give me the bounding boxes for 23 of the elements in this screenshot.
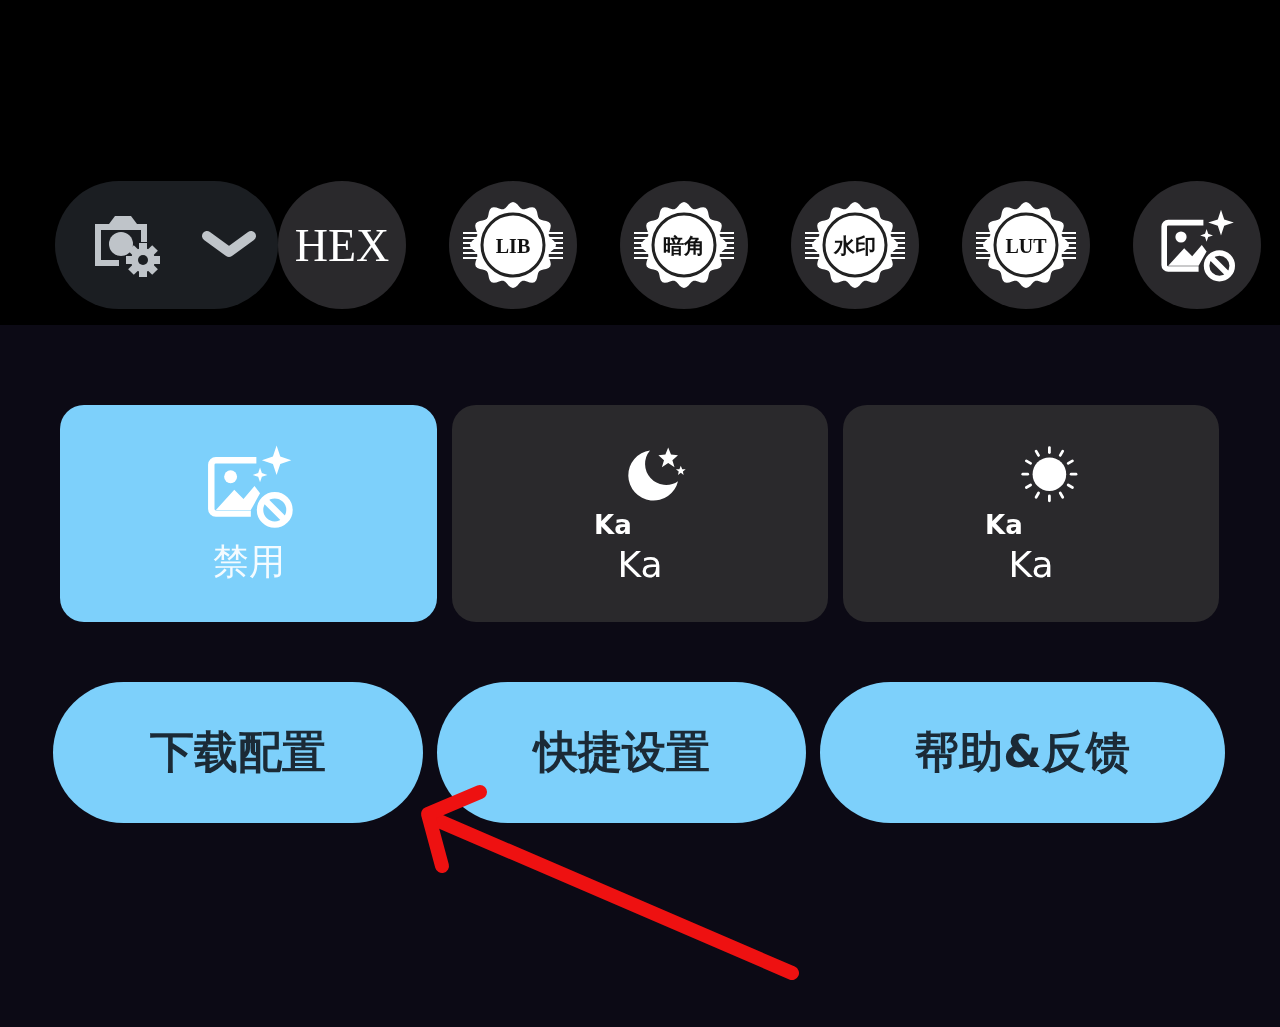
filter-button[interactable]: LIB — [449, 181, 577, 309]
action-button[interactable]: 下载配置 — [53, 682, 423, 823]
seal-label: 暗角 — [663, 234, 705, 258]
seal-icon — [975, 202, 1077, 288]
seal-icon — [462, 202, 564, 288]
seal-label: LIB — [495, 235, 531, 257]
action-button[interactable]: 帮助&反馈 — [820, 682, 1225, 823]
seal-icon — [633, 202, 735, 288]
icon-label: Ka — [985, 510, 1023, 538]
mode-option[interactable]: Ka Ka — [452, 405, 828, 622]
filter-button[interactable]: LUT — [962, 181, 1090, 309]
filter-button[interactable]: 暗角 — [620, 181, 748, 309]
sun-icon — [1021, 446, 1078, 503]
hex-button[interactable]: HEX — [278, 181, 406, 309]
action-button[interactable]: 快捷设置 — [437, 682, 806, 823]
filter-button[interactable]: 水印 — [791, 181, 919, 309]
seal-label: 水印 — [834, 234, 876, 258]
mode-option[interactable]: Ka Ka — [843, 405, 1219, 622]
seal-label: LUT — [1005, 235, 1047, 257]
moon-stars-icon — [628, 447, 686, 501]
seal-icon — [804, 202, 906, 288]
icon-label: Ka — [594, 510, 632, 538]
chevron-down-icon — [201, 230, 257, 260]
